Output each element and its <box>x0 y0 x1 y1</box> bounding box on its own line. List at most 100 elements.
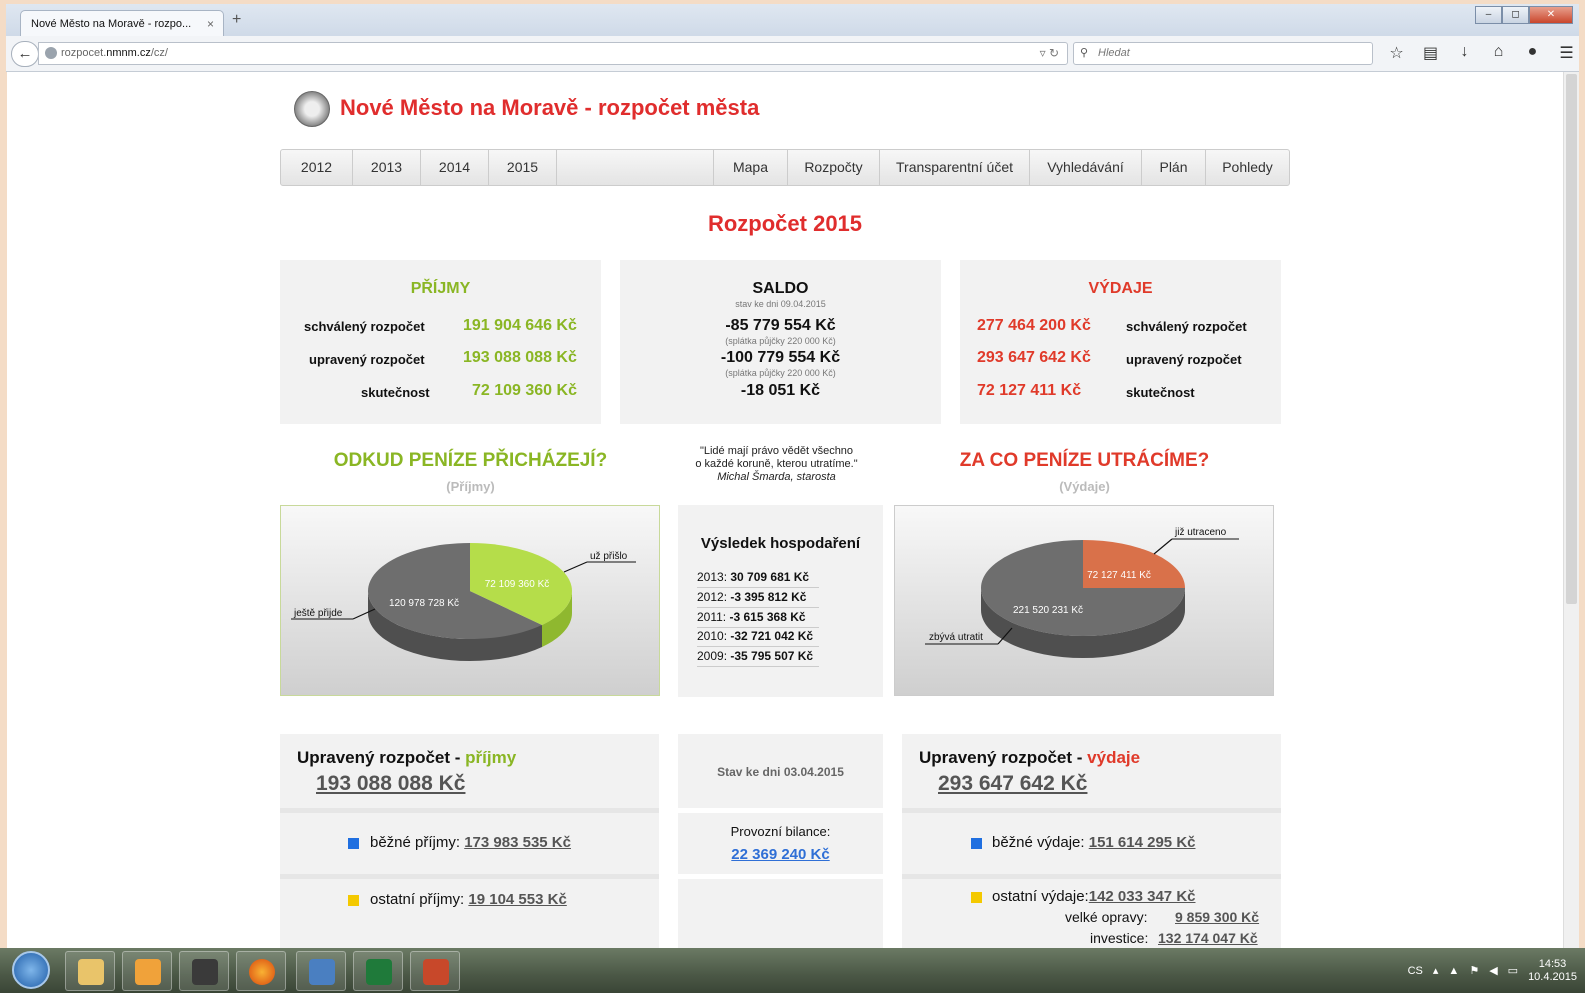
economic-result-row: 2013: 30 709 681 Kč <box>697 568 819 588</box>
show-hidden-icons[interactable]: ▴ <box>1433 964 1439 977</box>
firefox-icon <box>249 959 275 985</box>
menu-vyhledavani[interactable]: Vyhledávání <box>1029 150 1141 185</box>
download-icon[interactable]: ↓ <box>1456 43 1473 63</box>
adjusted-income-sum[interactable]: 193 088 088 Kč <box>316 772 465 796</box>
clock[interactable]: 14:53 10.4.2015 <box>1528 958 1577 984</box>
display-icon[interactable]: ▭ <box>1508 964 1518 977</box>
menu-year-2012[interactable]: 2012 <box>281 150 353 185</box>
expense-repairs: 9 859 300 Kč <box>1175 909 1259 925</box>
expense-pie-chart: 72 127 411 Kč 221 520 231 Kč již utracen… <box>894 505 1274 696</box>
expense-adjusted-value: 293 647 642 Kč <box>977 349 1091 366</box>
expense-section-heading: ZA CO PENÍZE UTRÁCÍME? <box>959 450 1210 471</box>
menu-rozpocty[interactable]: Rozpočty <box>787 150 879 185</box>
url-bar[interactable]: rozpocet.nmnm.cz/cz/ ▿ ↻ <box>38 42 1068 65</box>
close-window-icon[interactable]: ✕ <box>1529 6 1573 24</box>
expense-adjusted-label: upravený rozpočet <box>1126 352 1242 367</box>
globe-icon <box>45 47 57 59</box>
language-indicator[interactable]: CS <box>1408 965 1423 977</box>
expense-investment-link[interactable]: 132 174 047 Kč <box>1158 930 1258 946</box>
adjusted-income-panel: Upravený rozpočet - příjmy 193 088 088 K… <box>280 734 659 948</box>
powerpoint-icon <box>423 959 449 985</box>
menu-pohledy[interactable]: Pohledy <box>1205 150 1289 185</box>
outlook-icon <box>135 959 161 985</box>
operating-balance-value[interactable]: 22 369 240 Kč <box>678 846 883 863</box>
economic-result-row: 2010: -32 721 042 Kč <box>697 627 819 647</box>
taskbar-outlook[interactable] <box>122 951 172 991</box>
income-regular: běžné příjmy: 173 983 535 Kč <box>370 834 571 851</box>
expense-actual-value: 72 127 411 Kč <box>977 382 1082 399</box>
browser-tab[interactable]: Nové Město na Moravě - rozpo... × <box>20 10 224 37</box>
folder-icon <box>78 959 104 985</box>
income-actual-label: skutečnost <box>361 385 430 400</box>
menu-year-2014[interactable]: 2014 <box>421 150 489 185</box>
menu-mapa[interactable]: Mapa <box>713 150 787 185</box>
home-icon[interactable]: ⌂ <box>1490 43 1507 63</box>
expense-regular-link[interactable]: 151 614 295 Kč <box>1089 834 1196 851</box>
expense-investment: 132 174 047 Kč <box>1158 930 1258 946</box>
taskbar-excel[interactable] <box>353 951 403 991</box>
app-icon <box>192 959 218 985</box>
adjusted-expense-sum[interactable]: 293 647 642 Kč <box>938 772 1087 796</box>
expense-regular: běžné výdaje: 151 614 295 Kč <box>992 834 1196 851</box>
expense-callout-rest: zbývá utratit <box>929 632 983 643</box>
blue-square-icon <box>971 838 982 849</box>
start-button-icon[interactable] <box>12 951 50 989</box>
back-arrow-icon[interactable]: ← <box>11 41 39 67</box>
excel-icon <box>366 959 392 985</box>
taskbar-app[interactable] <box>179 951 229 991</box>
saldo-value-3: -18 051 Kč <box>740 382 821 399</box>
action-center-flag-icon[interactable]: ⚑ <box>1469 964 1479 977</box>
bookmarks-list-icon[interactable]: ▤ <box>1422 43 1439 63</box>
bookmark-star-icon[interactable]: ☆ <box>1388 43 1405 63</box>
volume-icon[interactable]: ◀ <box>1489 964 1497 977</box>
new-tab-icon[interactable]: + <box>232 11 241 29</box>
site-title[interactable]: Nové Město na Moravě - rozpočet města <box>340 95 759 121</box>
expense-pie-svg: 72 127 411 Kč 221 520 231 Kč již utracen… <box>925 527 1239 658</box>
taskbar-explorer[interactable] <box>65 951 115 991</box>
income-pie-svg: 72 109 360 Kč 120 978 728 Kč už přišlo j… <box>291 543 636 661</box>
expense-repairs-link[interactable]: 9 859 300 Kč <box>1175 909 1259 925</box>
income-pie-chart: 72 109 360 Kč 120 978 728 Kč už přišlo j… <box>280 505 660 696</box>
expense-pie-label-rest: 221 520 231 Kč <box>1013 605 1083 616</box>
taskbar-firefox[interactable] <box>236 951 286 991</box>
menu-year-2015[interactable]: 2015 <box>489 150 557 185</box>
income-other: ostatní příjmy: 19 104 553 Kč <box>370 891 567 908</box>
restore-icon[interactable]: ◻ <box>1502 6 1529 24</box>
menu-plan[interactable]: Plán <box>1141 150 1205 185</box>
network-icon[interactable]: ▲ <box>1448 965 1459 977</box>
url-path: /cz/ <box>150 47 168 59</box>
income-adjusted-label: upravený rozpočet <box>309 352 425 367</box>
dropdown-icon[interactable]: ▿ <box>1040 46 1046 60</box>
expense-callout-spent: již utraceno <box>1174 527 1227 538</box>
income-other-link[interactable]: 19 104 553 Kč <box>468 891 566 908</box>
tab-close-icon[interactable]: × <box>207 11 214 37</box>
income-title: PŘÍJMY <box>410 280 471 297</box>
remote-desktop-icon <box>309 959 335 985</box>
income-actual-value: 72 109 360 Kč <box>472 382 577 399</box>
tab-title: Nové Město na Moravě - rozpo... <box>31 18 192 30</box>
adjusted-income-title: Upravený rozpočet - příjmy <box>297 748 517 767</box>
minimize-icon[interactable]: – <box>1475 6 1502 24</box>
chat-icon[interactable]: ● <box>1524 43 1541 63</box>
expense-other-link[interactable]: 142 033 347 Kč <box>1089 888 1196 905</box>
economic-result-row: 2011: -3 615 368 Kč <box>697 608 819 628</box>
menu-icon[interactable]: ☰ <box>1558 43 1575 63</box>
expense-approved-value: 277 464 200 Kč <box>977 317 1091 334</box>
page-scrollbar[interactable] <box>1563 72 1579 948</box>
expense-title: VÝDAJE <box>1088 280 1153 297</box>
windows-taskbar: CS ▴ ▲ ⚑ ◀ ▭ 14:53 10.4.2015 <box>0 948 1585 993</box>
adjusted-expense-panel: Upravený rozpočet - výdaje 293 647 642 K… <box>902 734 1281 948</box>
menu-transparentni-ucet[interactable]: Transparentní účet <box>879 150 1029 185</box>
taskbar-remote[interactable] <box>296 951 346 991</box>
economic-result-title: Výsledek hospodaření <box>700 535 861 552</box>
saldo-date: stav ke dni 09.04.2015 <box>735 299 826 309</box>
scroll-thumb[interactable] <box>1566 74 1577 604</box>
economic-result-box: Výsledek hospodaření 2013: 30 709 681 Kč… <box>678 505 883 697</box>
reload-icon[interactable]: ↻ <box>1049 46 1059 60</box>
taskbar-powerpoint[interactable] <box>410 951 460 991</box>
expense-pie-label-spent: 72 127 411 Kč <box>1087 570 1151 581</box>
income-regular-link[interactable]: 173 983 535 Kč <box>464 834 571 851</box>
status-panel: Stav ke dni 03.04.2015 Provozní bilance:… <box>678 734 883 948</box>
search-input[interactable]: ⚲ Hledat <box>1073 42 1373 65</box>
menu-year-2013[interactable]: 2013 <box>353 150 421 185</box>
